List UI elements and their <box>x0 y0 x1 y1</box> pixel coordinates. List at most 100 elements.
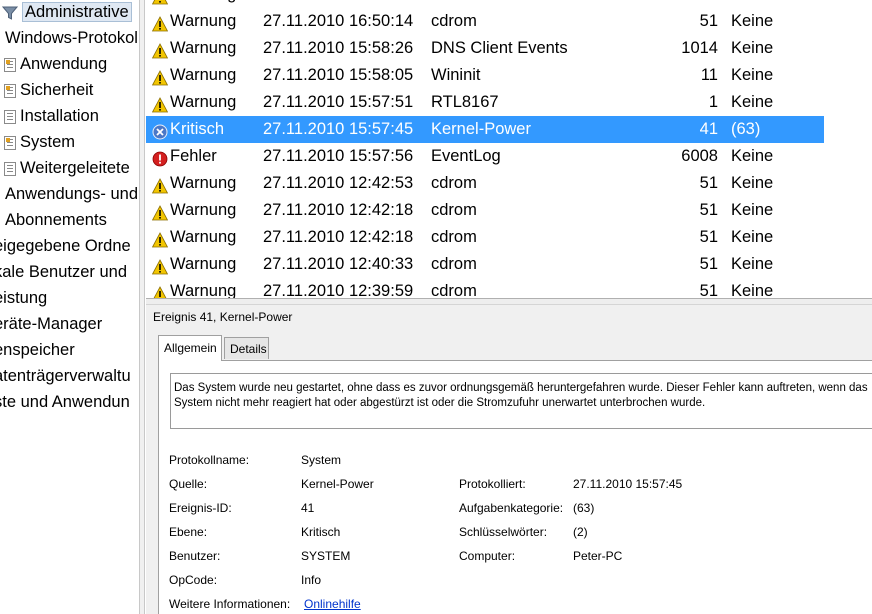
horizontal-splitter[interactable] <box>146 298 872 305</box>
opcode-value: Info <box>301 573 322 587</box>
event-source: cdrom <box>431 0 477 8</box>
event-level: Warnung <box>170 66 237 84</box>
event-id: 6008 <box>681 147 718 165</box>
event-row[interactable]: Warnung 27.11.2010 12:42:18 cdrom 51 Keine <box>146 197 824 224</box>
event-source: cdrom <box>431 228 477 246</box>
warning-icon <box>151 257 169 275</box>
event-row[interactable]: Warnung 27.11.2010 16:50:14 cdrom 51 Keine <box>146 0 824 8</box>
computer-label: Computer: <box>459 549 516 563</box>
event-detail-panel: Ereignis 41, Kernel-Power Allgemein Deta… <box>146 305 872 614</box>
user-value: SYSTEM <box>301 549 351 563</box>
critical-icon <box>152 122 168 140</box>
logged-value: 27.11.2010 15:57:45 <box>573 477 683 491</box>
tree-item[interactable]: Installation <box>4 103 99 129</box>
tree-item[interactable]: eistung <box>0 285 47 311</box>
event-level: Warnung <box>170 282 237 298</box>
event-category: (63) <box>731 120 761 138</box>
event-category: Keine <box>731 93 774 111</box>
event-source: cdrom <box>431 201 477 219</box>
tree-item-label: Abonnements <box>5 211 107 229</box>
event-row[interactable]: Warnung 27.11.2010 15:58:05 Wininit 11 Keine <box>146 62 824 89</box>
event-id: 51 <box>699 12 718 30</box>
event-category: Keine <box>731 255 774 273</box>
online-help-link[interactable]: Onlinehilfe <box>304 597 361 611</box>
user-label: Benutzer: <box>169 549 221 563</box>
tree-item[interactable]: Anwendungs- und <box>5 181 138 207</box>
tab-details[interactable]: Details <box>224 337 269 359</box>
tree-item[interactable]: enspeicher <box>0 337 75 363</box>
log-icon <box>4 135 16 150</box>
computer-value: Peter-PC <box>573 549 623 563</box>
warning-icon <box>151 14 169 32</box>
tree-item-label: Installation <box>20 107 99 125</box>
tree-item[interactable]: Abonnements <box>5 207 107 233</box>
event-row[interactable]: Warnung 27.11.2010 12:40:33 cdrom 51 Keine <box>146 251 824 278</box>
event-row[interactable]: Kritisch 27.11.2010 15:57:45 Kernel-Power 4… <box>146 116 824 143</box>
task-category-label: Aufgabenkategorie: <box>459 501 564 515</box>
tree-item[interactable]: Weitergeleitete <box>4 155 130 181</box>
event-row[interactable]: Warnung 27.11.2010 12:39:59 cdrom 51 Keine <box>146 278 824 298</box>
source-label: Quelle: <box>169 477 208 491</box>
event-level: Warnung <box>170 12 237 30</box>
event-date: 27.11.2010 12:39:59 <box>263 282 414 298</box>
log-icon <box>4 109 16 124</box>
tab-general[interactable]: Allgemein <box>158 335 222 361</box>
event-row[interactable]: Warnung 27.11.2010 15:58:26 DNS Client Eve… <box>146 35 824 62</box>
event-row[interactable]: Warnung 27.11.2010 16:50:14 cdrom 51 Keine <box>146 8 824 35</box>
tree-item[interactable]: kale Benutzer und <box>0 259 127 285</box>
event-source: RTL8167 <box>431 93 499 111</box>
tree-item[interactable]: eräte-Manager <box>0 311 102 337</box>
tree-item[interactable]: System <box>4 129 75 155</box>
event-list: Warnung 27.11.2010 16:50:14 cdrom 51 Keine Wa… <box>146 0 872 298</box>
tree-item-label: System <box>20 133 76 151</box>
event-source: Wininit <box>431 66 481 84</box>
event-id: 51 <box>699 201 718 219</box>
event-row[interactable]: Warnung 27.11.2010 15:57:51 RTL8167 1 Keine <box>146 89 824 116</box>
event-id-value: 41 <box>301 501 315 515</box>
event-level: Fehler <box>170 147 217 165</box>
event-id: 51 <box>699 174 718 192</box>
event-row[interactable]: Warnung 27.11.2010 12:42:53 cdrom 51 Keine <box>146 170 824 197</box>
event-row[interactable]: Fehler 27.11.2010 15:57:56 EventLog 6008 Kei… <box>146 143 824 170</box>
log-name-value: System <box>301 453 342 467</box>
tree-item-label: eigegebene Ordne <box>0 237 131 255</box>
tree-item[interactable]: Sicherheit <box>4 77 93 103</box>
event-id: 51 <box>699 228 718 246</box>
tree-item[interactable]: Windows-Protokoll <box>5 25 139 51</box>
detail-title: Ereignis 41, Kernel-Power <box>153 310 293 324</box>
event-category: Keine <box>731 228 774 246</box>
event-id-label: Ereignis-ID: <box>169 501 232 515</box>
keywords-value: (2) <box>573 525 588 539</box>
event-category: Keine <box>731 39 774 57</box>
event-source: cdrom <box>431 174 477 192</box>
tree-item[interactable]: atenträgerverwaltu <box>0 363 131 389</box>
event-category: Keine <box>731 66 774 84</box>
event-id: 51 <box>699 255 718 273</box>
event-category: Keine <box>731 0 773 8</box>
vertical-splitter[interactable] <box>139 0 145 614</box>
event-source: DNS Client Events <box>431 39 568 57</box>
keywords-label: Schlüsselwörter: <box>459 525 548 539</box>
tree-item-label: Sicherheit <box>20 81 94 99</box>
tree-item-label: eistung <box>0 289 48 307</box>
tree-item[interactable]: Anwendung <box>4 51 107 77</box>
tree-item[interactable]: eigegebene Ordne <box>0 233 131 259</box>
description-box[interactable]: Das System wurde neu gestartet, ohne das… <box>170 373 872 429</box>
event-id: 51 <box>626 0 718 8</box>
event-date: 27.11.2010 15:58:26 <box>263 39 414 57</box>
event-id: 11 <box>700 66 718 84</box>
event-source: EventLog <box>431 147 501 165</box>
event-source: cdrom <box>431 282 477 298</box>
log-icon <box>4 161 16 176</box>
event-id: 1014 <box>681 39 718 57</box>
event-level: Warnung <box>170 255 237 273</box>
tree-item[interactable]: Administrative <box>2 0 132 25</box>
event-id: 1 <box>708 93 718 111</box>
event-row[interactable]: Warnung 27.11.2010 12:42:18 cdrom 51 Keine <box>146 224 824 251</box>
event-date: 27.11.2010 16:50:14 <box>263 0 413 8</box>
warning-icon <box>151 95 169 113</box>
navigation-tree: Administrative Windows-Protokoll Anwendung… <box>0 0 139 614</box>
event-level: Warnung <box>170 174 237 192</box>
event-date: 27.11.2010 15:57:56 <box>263 147 414 165</box>
tree-item[interactable]: ste und Anwendun <box>0 389 130 415</box>
